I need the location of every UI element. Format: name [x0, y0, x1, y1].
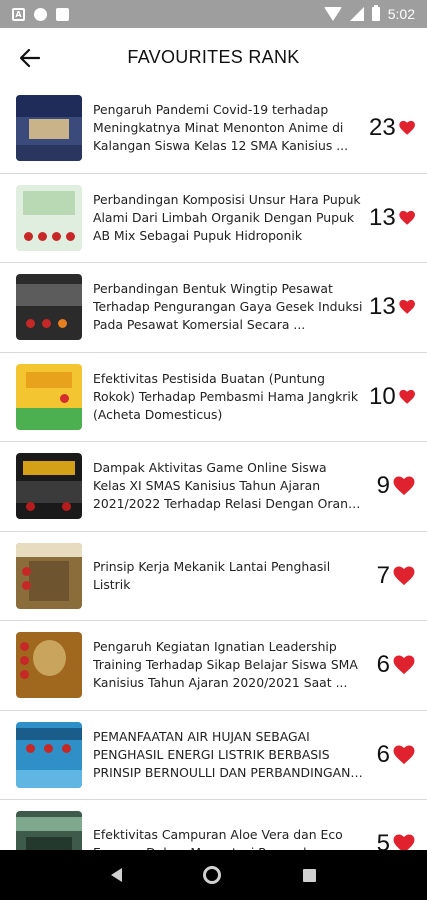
item-title: Efektivitas Pestisida Buatan (Puntung Ro…	[93, 370, 359, 422]
favourite-count: 13	[369, 204, 427, 232]
thumbnail-image	[16, 95, 82, 162]
list-item[interactable]: Efektivitas Campuran Aloe Vera dan Eco E…	[0, 800, 427, 850]
circle-notification-icon	[34, 7, 47, 21]
count-value: 23	[369, 114, 396, 142]
arrow-left-icon	[20, 49, 40, 67]
count-value: 7	[376, 561, 390, 589]
favourite-count: 13	[369, 293, 427, 321]
sd-card-icon	[56, 7, 69, 21]
thumbnail-image	[16, 542, 82, 609]
favourite-count: 6	[369, 651, 427, 679]
system-nav-bar	[0, 850, 427, 900]
item-title: Perbandingan Komposisi Unsur Hara Pupuk …	[93, 191, 361, 243]
heart-icon[interactable]	[399, 118, 415, 138]
list-item[interactable]: PEMANFAATAN AIR HUJAN SEBAGAI PENGHASIL …	[0, 711, 427, 800]
battery-icon	[371, 5, 380, 21]
item-title: Perbandingan Bentuk Wingtip Pesawat Terh…	[93, 281, 363, 333]
status-time: 5:02	[387, 6, 415, 22]
favourites-list[interactable]: Pengaruh Pandemi Covid-19 terhadap Menin…	[0, 84, 427, 850]
nav-home-icon[interactable]	[203, 866, 222, 884]
status-bar: A 5:02	[0, 0, 427, 28]
heart-icon[interactable]	[393, 566, 415, 586]
list-item[interactable]: Pengaruh Kegiatan Ignatian Leadership Tr…	[0, 621, 427, 711]
count-value: 13	[369, 203, 396, 231]
app-notification-icon: A	[12, 7, 25, 21]
wifi-icon	[323, 7, 342, 21]
page-title: FAVOURITES RANK	[127, 46, 300, 67]
favourite-count: 23	[369, 114, 427, 142]
heart-icon[interactable]	[399, 208, 415, 228]
count-value: 6	[376, 651, 390, 679]
heart-icon[interactable]	[393, 745, 415, 765]
count-value: 6	[376, 740, 390, 768]
list-item[interactable]: Pengaruh Pandemi Covid-19 terhadap Menin…	[0, 84, 427, 174]
item-title: Pengaruh Pandemi Covid-19 terhadap Menin…	[93, 102, 349, 154]
list-item[interactable]: Dampak Aktivitas Game Online Siswa Kelas…	[0, 442, 427, 532]
thumbnail-image	[16, 363, 82, 430]
thumbnail-image	[16, 184, 82, 251]
item-title: Pengaruh Kegiatan Ignatian Leadership Tr…	[93, 639, 358, 691]
heart-icon[interactable]	[393, 476, 415, 496]
favourite-count: 6	[369, 741, 427, 769]
heart-icon[interactable]	[399, 297, 415, 317]
app-header: FAVOURITES RANK	[0, 28, 427, 86]
notification-icons: A	[12, 7, 69, 21]
thumbnail-image	[16, 274, 82, 341]
nav-recents-icon[interactable]	[303, 868, 317, 882]
count-value: 5	[376, 830, 390, 850]
back-button[interactable]	[16, 44, 44, 72]
thumbnail-image	[16, 811, 82, 850]
item-title: Prinsip Kerja Mekanik Lantai Penghasil L…	[93, 558, 331, 592]
heart-icon[interactable]	[393, 655, 415, 675]
signal-icon	[349, 7, 364, 21]
nav-back-icon[interactable]	[110, 868, 122, 882]
count-value: 9	[376, 472, 390, 500]
thumbnail-image	[16, 721, 82, 788]
favourite-count: 7	[369, 562, 427, 590]
heart-icon[interactable]	[399, 387, 415, 407]
item-title: Dampak Aktivitas Game Online Siswa Kelas…	[93, 460, 356, 512]
system-icons: 5:02	[323, 5, 415, 22]
favourite-count: 9	[369, 472, 427, 500]
favourite-count: 10	[369, 383, 427, 411]
item-title: PEMANFAATAN AIR HUJAN SEBAGAI PENGHASIL …	[93, 728, 351, 780]
list-item[interactable]: Perbandingan Bentuk Wingtip Pesawat Terh…	[0, 263, 427, 353]
list-item[interactable]: Prinsip Kerja Mekanik Lantai Penghasil L…	[0, 532, 427, 621]
list-item[interactable]: Efektivitas Pestisida Buatan (Puntung Ro…	[0, 353, 427, 442]
count-value: 10	[369, 382, 396, 410]
list-item[interactable]: Perbandingan Komposisi Unsur Hara Pupuk …	[0, 174, 427, 263]
heart-icon[interactable]	[393, 834, 415, 850]
thumbnail-image	[16, 632, 82, 699]
count-value: 13	[369, 293, 396, 321]
thumbnail-image	[16, 453, 82, 520]
favourite-count: 5	[369, 830, 427, 850]
item-title: Efektivitas Campuran Aloe Vera dan Eco E…	[93, 827, 343, 850]
